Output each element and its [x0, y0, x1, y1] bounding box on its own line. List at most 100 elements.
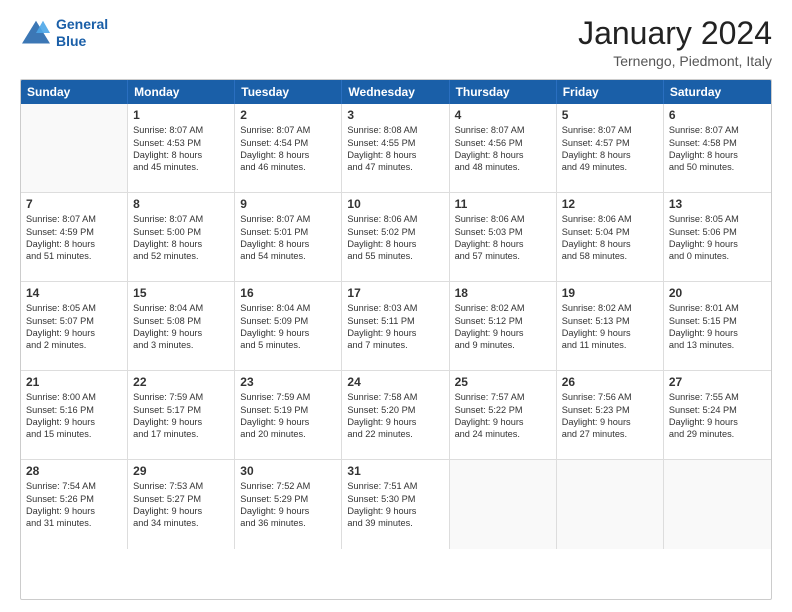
sunrise: Sunrise: 8:07 AM [562, 124, 658, 136]
calendar-row: 7 Sunrise: 8:07 AM Sunset: 4:59 PM Dayli… [21, 193, 771, 282]
calendar-row: 21 Sunrise: 8:00 AM Sunset: 5:16 PM Dayl… [21, 371, 771, 460]
sunrise: Sunrise: 8:07 AM [240, 124, 336, 136]
sunrise: Sunrise: 8:01 AM [669, 302, 766, 314]
calendar-cell: 28 Sunrise: 7:54 AM Sunset: 5:26 PM Dayl… [21, 460, 128, 549]
sunset: Sunset: 5:04 PM [562, 226, 658, 238]
header-day: Thursday [450, 80, 557, 104]
daylight-minutes: and 58 minutes. [562, 250, 658, 262]
sunset: Sunset: 4:58 PM [669, 137, 766, 149]
calendar-cell: 4 Sunrise: 8:07 AM Sunset: 4:56 PM Dayli… [450, 104, 557, 192]
sunrise: Sunrise: 8:07 AM [133, 213, 229, 225]
calendar-cell [450, 460, 557, 549]
calendar-cell [557, 460, 664, 549]
calendar-cell: 13 Sunrise: 8:05 AM Sunset: 5:06 PM Dayl… [664, 193, 771, 281]
sunrise: Sunrise: 7:55 AM [669, 391, 766, 403]
calendar-cell: 3 Sunrise: 8:08 AM Sunset: 4:55 PM Dayli… [342, 104, 449, 192]
daylight: Daylight: 9 hours [240, 416, 336, 428]
day-number: 4 [455, 108, 551, 122]
day-number: 9 [240, 197, 336, 211]
day-number: 28 [26, 464, 122, 478]
day-number: 10 [347, 197, 443, 211]
day-number: 24 [347, 375, 443, 389]
sunrise: Sunrise: 8:07 AM [26, 213, 122, 225]
sunset: Sunset: 5:30 PM [347, 493, 443, 505]
daylight: Daylight: 8 hours [455, 149, 551, 161]
day-number: 20 [669, 286, 766, 300]
daylight: Daylight: 8 hours [562, 149, 658, 161]
sunset: Sunset: 5:26 PM [26, 493, 122, 505]
location: Ternengo, Piedmont, Italy [578, 53, 772, 69]
sunrise: Sunrise: 7:59 AM [133, 391, 229, 403]
daylight: Daylight: 8 hours [133, 238, 229, 250]
title-block: January 2024 Ternengo, Piedmont, Italy [578, 16, 772, 69]
calendar-cell: 26 Sunrise: 7:56 AM Sunset: 5:23 PM Dayl… [557, 371, 664, 459]
daylight-minutes: and 39 minutes. [347, 517, 443, 529]
daylight: Daylight: 9 hours [347, 327, 443, 339]
sunset: Sunset: 5:01 PM [240, 226, 336, 238]
sunset: Sunset: 5:27 PM [133, 493, 229, 505]
calendar-cell: 15 Sunrise: 8:04 AM Sunset: 5:08 PM Dayl… [128, 282, 235, 370]
header-day: Sunday [21, 80, 128, 104]
daylight-minutes: and 46 minutes. [240, 161, 336, 173]
calendar-cell: 27 Sunrise: 7:55 AM Sunset: 5:24 PM Dayl… [664, 371, 771, 459]
calendar-cell: 2 Sunrise: 8:07 AM Sunset: 4:54 PM Dayli… [235, 104, 342, 192]
sunset: Sunset: 4:53 PM [133, 137, 229, 149]
daylight: Daylight: 9 hours [455, 327, 551, 339]
header-day: Friday [557, 80, 664, 104]
day-number: 30 [240, 464, 336, 478]
daylight: Daylight: 9 hours [26, 416, 122, 428]
daylight-minutes: and 34 minutes. [133, 517, 229, 529]
daylight: Daylight: 9 hours [347, 505, 443, 517]
calendar-row: 28 Sunrise: 7:54 AM Sunset: 5:26 PM Dayl… [21, 460, 771, 549]
day-number: 27 [669, 375, 766, 389]
sunrise: Sunrise: 8:06 AM [347, 213, 443, 225]
day-number: 15 [133, 286, 229, 300]
sunset: Sunset: 5:24 PM [669, 404, 766, 416]
sunset: Sunset: 5:29 PM [240, 493, 336, 505]
daylight: Daylight: 9 hours [240, 327, 336, 339]
daylight-minutes: and 47 minutes. [347, 161, 443, 173]
calendar-cell: 10 Sunrise: 8:06 AM Sunset: 5:02 PM Dayl… [342, 193, 449, 281]
sunset: Sunset: 5:23 PM [562, 404, 658, 416]
daylight-minutes: and 22 minutes. [347, 428, 443, 440]
daylight: Daylight: 8 hours [133, 149, 229, 161]
day-number: 19 [562, 286, 658, 300]
sunrise: Sunrise: 7:58 AM [347, 391, 443, 403]
sunrise: Sunrise: 8:06 AM [455, 213, 551, 225]
sunrise: Sunrise: 8:07 AM [669, 124, 766, 136]
daylight-minutes: and 2 minutes. [26, 339, 122, 351]
calendar-cell: 25 Sunrise: 7:57 AM Sunset: 5:22 PM Dayl… [450, 371, 557, 459]
sunset: Sunset: 5:00 PM [133, 226, 229, 238]
day-number: 26 [562, 375, 658, 389]
daylight: Daylight: 9 hours [133, 416, 229, 428]
daylight-minutes: and 27 minutes. [562, 428, 658, 440]
calendar-row: 1 Sunrise: 8:07 AM Sunset: 4:53 PM Dayli… [21, 104, 771, 193]
calendar-cell: 23 Sunrise: 7:59 AM Sunset: 5:19 PM Dayl… [235, 371, 342, 459]
calendar-cell: 22 Sunrise: 7:59 AM Sunset: 5:17 PM Dayl… [128, 371, 235, 459]
day-number: 22 [133, 375, 229, 389]
calendar-cell: 8 Sunrise: 8:07 AM Sunset: 5:00 PM Dayli… [128, 193, 235, 281]
sunset: Sunset: 5:06 PM [669, 226, 766, 238]
sunset: Sunset: 5:11 PM [347, 315, 443, 327]
header-day: Tuesday [235, 80, 342, 104]
daylight: Daylight: 8 hours [669, 149, 766, 161]
daylight: Daylight: 8 hours [240, 149, 336, 161]
page: General Blue January 2024 Ternengo, Pied… [0, 0, 792, 612]
day-number: 29 [133, 464, 229, 478]
calendar-row: 14 Sunrise: 8:05 AM Sunset: 5:07 PM Dayl… [21, 282, 771, 371]
month-title: January 2024 [578, 16, 772, 51]
sunset: Sunset: 5:12 PM [455, 315, 551, 327]
sunset: Sunset: 4:59 PM [26, 226, 122, 238]
daylight: Daylight: 9 hours [669, 238, 766, 250]
sunrise: Sunrise: 8:07 AM [133, 124, 229, 136]
calendar-cell: 24 Sunrise: 7:58 AM Sunset: 5:20 PM Dayl… [342, 371, 449, 459]
header-day: Wednesday [342, 80, 449, 104]
daylight-minutes: and 0 minutes. [669, 250, 766, 262]
calendar-cell [664, 460, 771, 549]
day-number: 18 [455, 286, 551, 300]
calendar-cell: 16 Sunrise: 8:04 AM Sunset: 5:09 PM Dayl… [235, 282, 342, 370]
sunrise: Sunrise: 8:02 AM [455, 302, 551, 314]
day-number: 5 [562, 108, 658, 122]
daylight: Daylight: 9 hours [669, 416, 766, 428]
daylight-minutes: and 45 minutes. [133, 161, 229, 173]
